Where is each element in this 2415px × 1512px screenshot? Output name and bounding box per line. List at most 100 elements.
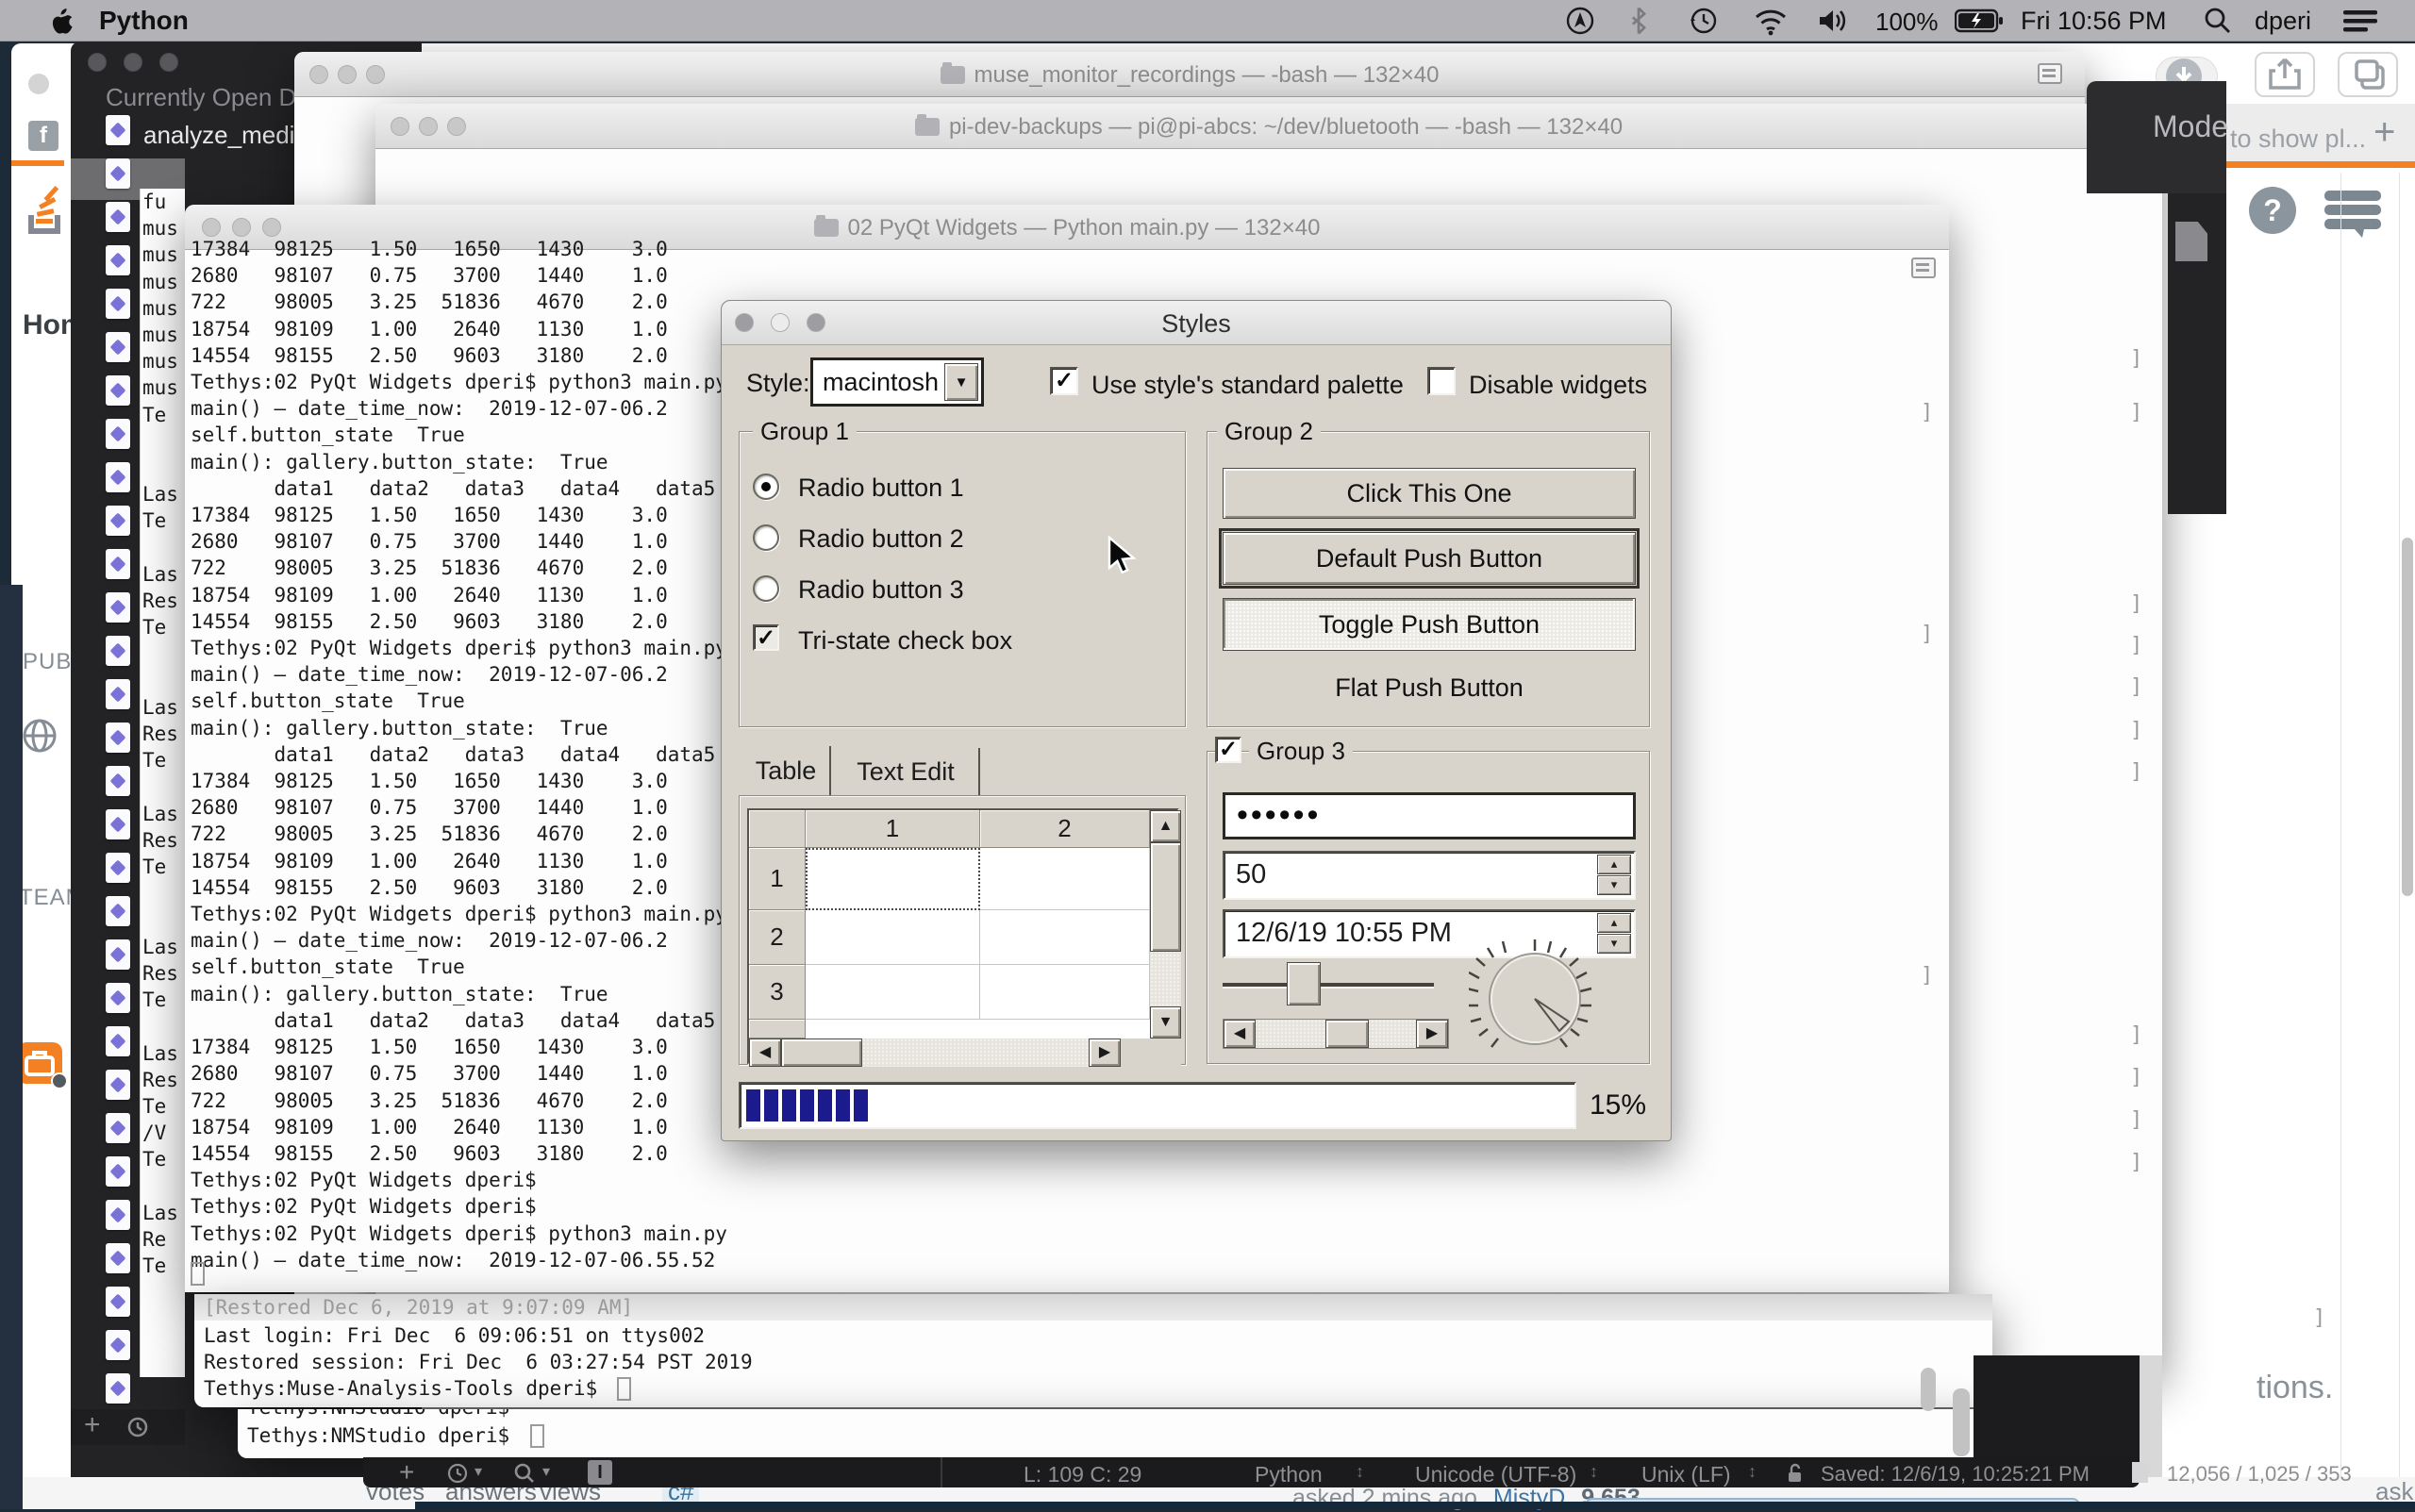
table-hscrollbar[interactable]: ◀ ▶ <box>749 1038 1121 1067</box>
table-cell-3-1[interactable] <box>806 965 980 1020</box>
clock-dropdown-caret[interactable]: ▾ <box>475 1462 482 1481</box>
palette-checkbox-label[interactable]: Use style's standard palette <box>1091 371 1404 400</box>
vscroll-thumb[interactable] <box>1150 842 1181 952</box>
pyqt-panes-icon[interactable] <box>1911 258 1936 278</box>
syntax-mode[interactable]: Python <box>1255 1462 1323 1487</box>
tab-text-edit[interactable]: Text Edit <box>833 748 980 796</box>
tristate-checkbox-label[interactable]: Tri-state check box <box>798 626 1012 656</box>
radio-button-2-label[interactable]: Radio button 2 <box>798 524 964 554</box>
group3-checkbox[interactable]: ✓ <box>1215 737 1241 763</box>
inbox-icon[interactable] <box>2323 189 2383 238</box>
scroll-up-button[interactable]: ▲ <box>1150 810 1181 842</box>
table-col-header-1[interactable]: 1 <box>806 810 980 848</box>
teams-briefcase-icon[interactable] <box>17 1042 68 1089</box>
flat-push-button[interactable]: Flat Push Button <box>1223 666 1636 709</box>
spotlight-icon[interactable] <box>2204 7 2232 35</box>
battery-icon[interactable] <box>1955 8 2004 33</box>
datetime-down-button[interactable]: ▾ <box>1597 934 1631 954</box>
palette-checkbox[interactable]: ✓ <box>1050 367 1078 395</box>
datetime-up-button[interactable]: ▴ <box>1597 913 1631 933</box>
terminal-scroll-pill-1[interactable] <box>1921 1368 1936 1411</box>
editor-minimize-button[interactable] <box>124 53 142 72</box>
radio-button-1-label[interactable]: Radio button 1 <box>798 474 964 503</box>
table-cell-2-2[interactable] <box>980 910 1150 965</box>
group3-hscrollbar[interactable]: ◀ ▶ <box>1223 1019 1449 1049</box>
table-col-header-2[interactable]: 2 <box>980 810 1150 848</box>
password-field[interactable]: •••••• <box>1223 792 1636 839</box>
tab-table[interactable]: Table <box>742 746 831 796</box>
radio-button-1[interactable] <box>753 474 779 500</box>
menu-clock[interactable]: Fri 10:56 PM <box>2021 7 2167 36</box>
dial-widget[interactable] <box>1469 936 1601 1068</box>
recent-clock-icon[interactable] <box>446 1462 469 1485</box>
slider-handle[interactable] <box>1287 962 1321 1005</box>
toggle-push-button[interactable]: Toggle Push Button <box>1223 598 1636 651</box>
history-icon[interactable] <box>125 1415 150 1439</box>
spin-down-button[interactable]: ▾ <box>1597 875 1631 895</box>
table-cell-1-1-selected[interactable] <box>806 848 980 910</box>
tristate-checkbox[interactable]: ✓ <box>753 624 779 651</box>
line-ending[interactable]: Unix (LF) <box>1641 1462 1731 1487</box>
file-list[interactable] <box>106 115 130 1417</box>
table-cell-3-2[interactable] <box>980 965 1150 1020</box>
terminal-scroll-pill-2[interactable] <box>1953 1388 1970 1456</box>
disable-widgets-label[interactable]: Disable widgets <box>1469 371 1647 400</box>
syntax-dropdown-icon[interactable]: ↕ <box>1356 1462 1364 1482</box>
location-services-icon[interactable] <box>1566 7 1594 35</box>
scrollbar-right-button[interactable]: ▶ <box>1416 1020 1448 1048</box>
radio-button-3[interactable] <box>753 575 779 602</box>
new-tab-button[interactable]: + <box>2373 111 2395 154</box>
scroll-right-button[interactable]: ▶ <box>1089 1038 1121 1067</box>
combobox-arrow-button[interactable]: ▼ <box>944 363 978 401</box>
click-this-one-button[interactable]: Click This One <box>1223 468 1636 519</box>
scrollbar-thumb[interactable] <box>1325 1020 1369 1048</box>
menu-user-name[interactable]: dperi <box>2255 7 2311 36</box>
spin-up-button[interactable]: ▴ <box>1597 855 1631 874</box>
table-vscrollbar[interactable]: ▲ ▼ <box>1150 810 1181 1038</box>
line-ending-dropdown-icon[interactable]: ↕ <box>1748 1462 1757 1482</box>
editor-close-button[interactable] <box>88 53 107 72</box>
slider-track[interactable] <box>1223 983 1434 987</box>
scroll-down-button[interactable]: ▼ <box>1150 1006 1181 1038</box>
browser-scrollbar[interactable] <box>2402 538 2413 896</box>
globe-icon[interactable] <box>21 717 58 755</box>
default-push-button[interactable]: Default Push Button <box>1219 528 1640 589</box>
radio-button-3-label[interactable]: Radio button 3 <box>798 575 964 605</box>
help-icon[interactable]: ? <box>2249 187 2296 234</box>
active-app-name[interactable]: Python <box>99 6 189 36</box>
radio-button-2[interactable] <box>753 524 779 551</box>
browser-traffic-light[interactable] <box>28 74 49 94</box>
search-dropdown-caret[interactable]: ▾ <box>542 1462 550 1481</box>
table-row-header-2[interactable]: 2 <box>749 910 806 965</box>
spinbox[interactable]: 50 ▴ ▾ <box>1223 851 1636 900</box>
notification-list-icon[interactable] <box>2341 8 2379 33</box>
table-row-header-3[interactable]: 3 <box>749 965 806 1020</box>
scrollbar-left-button[interactable]: ◀ <box>1224 1020 1256 1048</box>
table-cell-2-1[interactable] <box>806 910 980 965</box>
volume-icon[interactable] <box>1817 7 1849 35</box>
bluetooth-icon[interactable] <box>1628 6 1649 36</box>
editor-zoom-button[interactable] <box>159 53 178 72</box>
encoding[interactable]: Unicode (UTF-8) <box>1415 1462 1576 1487</box>
style-combobox[interactable]: macintosh ▼ <box>810 357 984 407</box>
add-file-button[interactable]: + <box>84 1409 101 1441</box>
add-button[interactable]: + <box>399 1457 414 1487</box>
open-file-name[interactable]: analyze_medita <box>143 121 315 150</box>
muse-panes-icon[interactable] <box>2038 63 2062 84</box>
search-icon[interactable] <box>512 1461 537 1486</box>
tabs-overview-button[interactable] <box>2338 52 2398 97</box>
scroll-left-button[interactable]: ◀ <box>749 1038 781 1067</box>
share-button[interactable] <box>2255 52 2315 97</box>
stackoverflow-logo[interactable] <box>25 179 66 234</box>
table-cell-1-2[interactable] <box>980 848 1150 910</box>
browser-tab-partial[interactable]: to show pl... + <box>2223 104 2415 162</box>
disable-widgets-checkbox[interactable] <box>1427 367 1456 395</box>
time-machine-icon[interactable] <box>1689 6 1719 36</box>
hscroll-thumb[interactable] <box>781 1038 862 1067</box>
table-widget[interactable]: 1 2 1 2 3 ▲ ▼ ◀ ▶ <box>747 808 1181 1067</box>
wifi-icon[interactable] <box>1753 8 1789 36</box>
encoding-dropdown-icon[interactable]: ↕ <box>1590 1462 1598 1482</box>
facebook-icon[interactable]: f <box>28 121 58 151</box>
table-row-header-1[interactable]: 1 <box>749 848 806 910</box>
apple-menu-icon[interactable] <box>49 8 74 36</box>
